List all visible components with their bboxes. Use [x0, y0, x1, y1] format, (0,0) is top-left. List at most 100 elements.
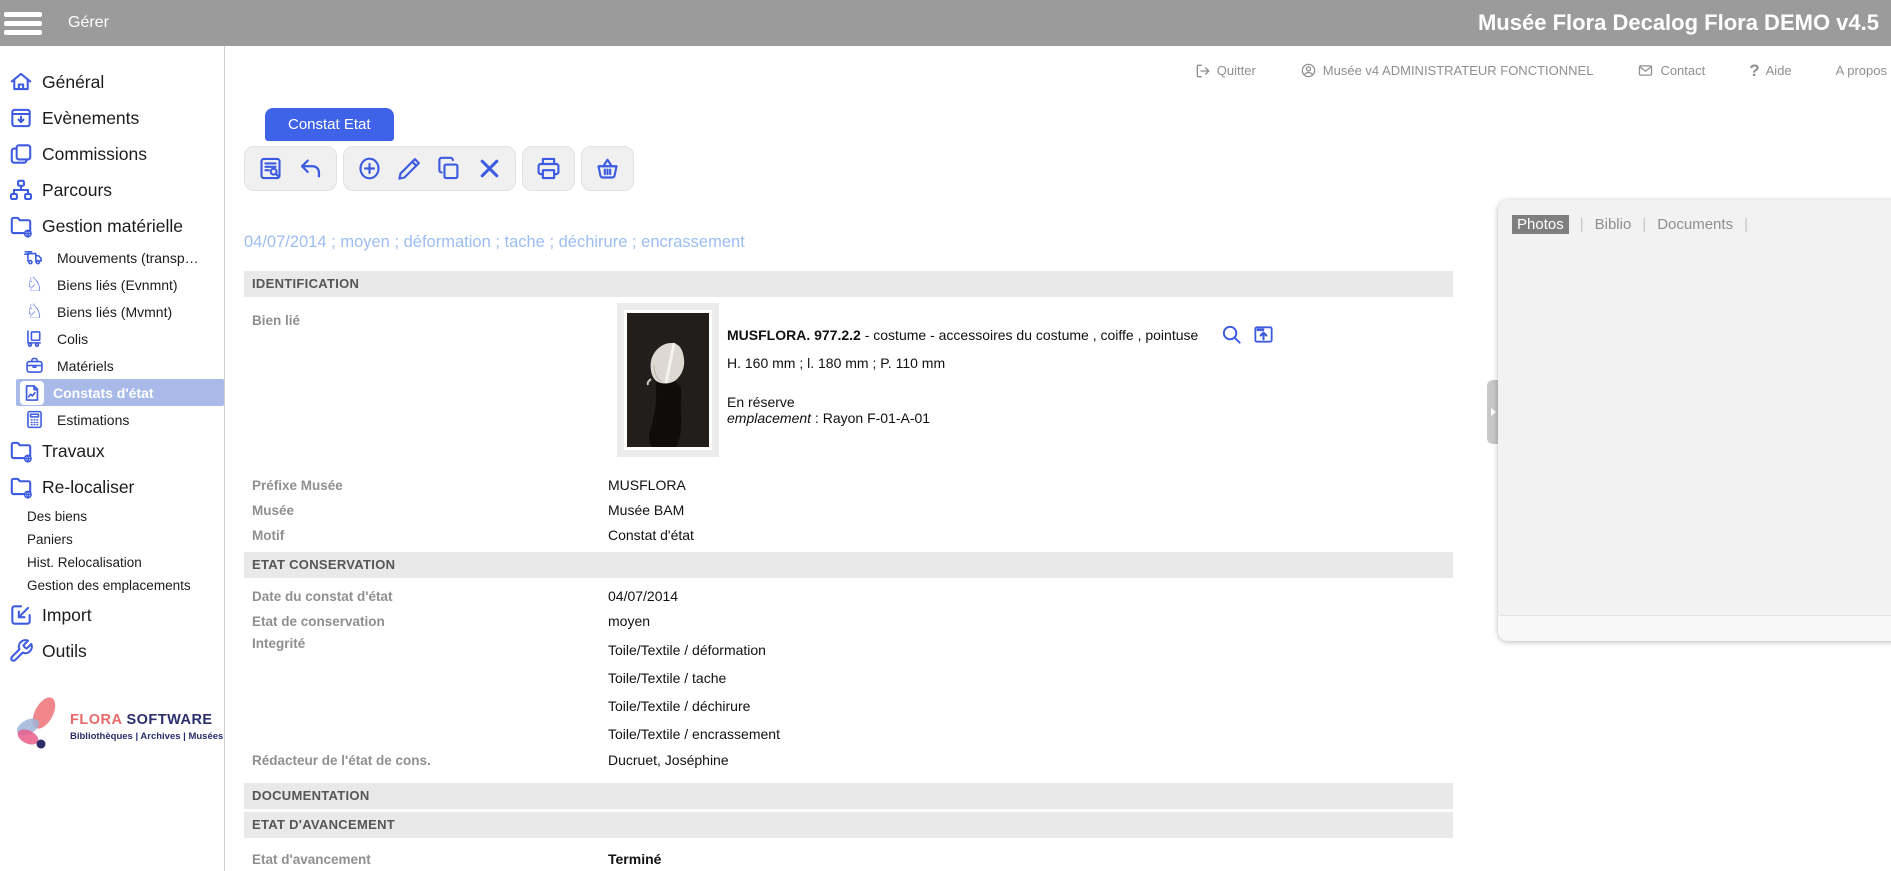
- aide-link[interactable]: ? Aide: [1749, 61, 1791, 81]
- undo-icon[interactable]: [297, 155, 324, 182]
- section-identification: IDENTIFICATION: [244, 271, 1453, 297]
- search-icon[interactable]: [1220, 323, 1243, 346]
- toolbar-group-basket: [581, 146, 634, 191]
- media-panel: Photos | Biblio | Documents |: [1498, 200, 1891, 641]
- add-icon[interactable]: [356, 155, 383, 182]
- hamburger-menu-icon[interactable]: [0, 0, 50, 46]
- integrite-value: Toile/Textile / déformation: [608, 636, 780, 664]
- user-icon: [1300, 62, 1317, 79]
- question-icon: ?: [1749, 61, 1759, 81]
- chess-knight-icon: ♘: [24, 274, 45, 295]
- sidebar-item-general[interactable]: Général: [0, 64, 224, 100]
- sidebar-item-biens-lies-mvmnt[interactable]: ♘ Biens liés (Mvmnt): [0, 298, 224, 325]
- quitter-link[interactable]: Quitter: [1195, 63, 1256, 79]
- bien-lie-label: Bien lié: [244, 303, 608, 457]
- folder-globe-icon: [8, 438, 34, 464]
- folder-globe-icon: [8, 474, 34, 500]
- home-icon: [8, 69, 34, 95]
- field-row-avancement: Etat d'avancement Terminé: [244, 847, 1453, 871]
- media-panel-tabs: Photos | Biblio | Documents |: [1498, 200, 1891, 234]
- menu-gerer[interactable]: Gérer: [68, 14, 109, 32]
- wrench-icon: [8, 638, 34, 664]
- folders-icon: [8, 141, 34, 167]
- sidebar-item-estimations[interactable]: Estimations: [0, 406, 224, 433]
- basket-icon[interactable]: [594, 155, 621, 182]
- sidebar-item-commissions[interactable]: Commissions: [0, 136, 224, 172]
- item-thumbnail[interactable]: [617, 303, 719, 457]
- app-window: Gérer Musée Flora Decalog Flora DEMO v4.…: [0, 0, 1891, 871]
- brand-name: FLORA SOFTWARE: [70, 712, 223, 728]
- field-row: MotifConstat d'état: [244, 523, 1453, 548]
- event-box-icon: [8, 105, 34, 131]
- sidebar-nav: Général Evènements Commissions Parcours …: [0, 46, 225, 871]
- sidebar-item-import[interactable]: Import: [0, 597, 224, 633]
- sidebar-item-gestion-emplacements[interactable]: Gestion des emplacements: [0, 574, 224, 597]
- flora-software-logo: FLORA SOFTWARE Bibliothèques | Archives …: [0, 693, 224, 760]
- contact-link[interactable]: Contact: [1637, 62, 1705, 79]
- sidebar-item-biens-lies-evnmnt[interactable]: ♘ Biens liés (Evnmnt): [0, 271, 224, 298]
- section-etat-conservation: ETAT CONSERVATION: [244, 552, 1453, 578]
- import-icon: [8, 602, 34, 628]
- tab-constat-etat[interactable]: Constat Etat: [265, 108, 394, 141]
- field-row: MuséeMusée BAM: [244, 498, 1453, 523]
- sidebar-item-parcours[interactable]: Parcours: [0, 172, 224, 208]
- sidebar-item-constats-detat[interactable]: Constats d'état: [16, 379, 224, 406]
- sidebar-item-materiels[interactable]: Matériels: [0, 352, 224, 379]
- sidebar-item-paniers[interactable]: Paniers: [0, 528, 224, 551]
- section-documentation: DOCUMENTATION: [244, 783, 1453, 809]
- handcart-icon: [24, 328, 45, 349]
- open-record-icon[interactable]: [1252, 323, 1275, 346]
- sidebar-item-hist-relocalisation[interactable]: Hist. Relocalisation: [0, 551, 224, 574]
- list-search-icon[interactable]: [257, 155, 284, 182]
- sidebar-item-gestion-materielle[interactable]: Gestion matérielle: [0, 208, 224, 244]
- sidebar-item-outils[interactable]: Outils: [0, 633, 224, 669]
- sidebar-item-mouvements[interactable]: Mouvements (transp…: [0, 244, 224, 271]
- item-dimensions: H. 160 mm ; l. 180 mm ; P. 110 mm: [727, 355, 1275, 371]
- integrite-value: Toile/Textile / tache: [608, 664, 780, 692]
- etat-conservation-fields: Date du constat d'état04/07/2014 Etat de…: [244, 584, 1453, 773]
- tab-biblio[interactable]: Biblio: [1595, 216, 1632, 233]
- calculator-icon: [24, 409, 45, 430]
- toolbar: [244, 146, 1891, 191]
- header-links: Quitter Musée v4 ADMINISTRATEUR FONCTION…: [225, 46, 1891, 95]
- sidebar-item-evenements[interactable]: Evènements: [0, 100, 224, 136]
- brand-tagline: Bibliothèques | Archives | Musées: [70, 731, 223, 742]
- media-panel-footer: [1498, 615, 1891, 641]
- field-row: Etat de conservationmoyen: [244, 609, 1453, 634]
- folder-globe-icon: [8, 213, 34, 239]
- hierarchy-icon: [8, 177, 34, 203]
- top-bar: Gérer Musée Flora Decalog Flora DEMO v4.…: [0, 0, 1891, 46]
- tab-photos[interactable]: Photos: [1512, 215, 1569, 234]
- sidebar-item-colis[interactable]: Colis: [0, 325, 224, 352]
- mail-icon: [1637, 62, 1654, 79]
- flora-petals-icon: [6, 693, 66, 760]
- print-icon[interactable]: [535, 155, 562, 182]
- integrite-value: Toile/Textile / déchirure: [608, 692, 780, 720]
- avancement-value: Terminé: [608, 847, 661, 871]
- tab-documents[interactable]: Documents: [1657, 216, 1733, 233]
- sidebar-item-relocaliser[interactable]: Re-localiser: [0, 469, 224, 505]
- app-title: Musée Flora Decalog Flora DEMO v4.5: [1478, 0, 1879, 46]
- briefcase-icon: [24, 355, 45, 376]
- chess-knight-icon: ♘: [24, 301, 45, 322]
- delete-icon[interactable]: [476, 155, 503, 182]
- toolbar-group-crud: [343, 146, 516, 191]
- logout-icon: [1195, 63, 1211, 79]
- item-reference: MUSFLORA. 977.2.2: [727, 327, 861, 343]
- field-row: Préfixe MuséeMUSFLORA: [244, 473, 1453, 498]
- toolbar-group-nav: [244, 146, 337, 191]
- user-account[interactable]: Musée v4 ADMINISTRATEUR FONCTIONNEL: [1300, 62, 1594, 79]
- coiffe-photo: [627, 313, 709, 447]
- copy-icon[interactable]: [436, 155, 463, 182]
- item-emplacement: emplacement : Rayon F-01-A-01: [727, 410, 1275, 426]
- bien-lie-row: Bien lié MUS: [244, 303, 1453, 457]
- toolbar-group-print: [522, 146, 575, 191]
- sidebar-item-travaux[interactable]: Travaux: [0, 433, 224, 469]
- sidebar-item-des-biens[interactable]: Des biens: [0, 505, 224, 528]
- condition-report-icon: [20, 381, 44, 405]
- field-row: Rédacteur de l'état de cons.Ducruet, Jos…: [244, 748, 1453, 773]
- apropos-link[interactable]: A propos: [1836, 63, 1887, 78]
- edit-icon[interactable]: [396, 155, 423, 182]
- field-row: Date du constat d'état04/07/2014: [244, 584, 1453, 609]
- integrite-row: Integrité Toile/Textile / déformation To…: [244, 636, 1453, 748]
